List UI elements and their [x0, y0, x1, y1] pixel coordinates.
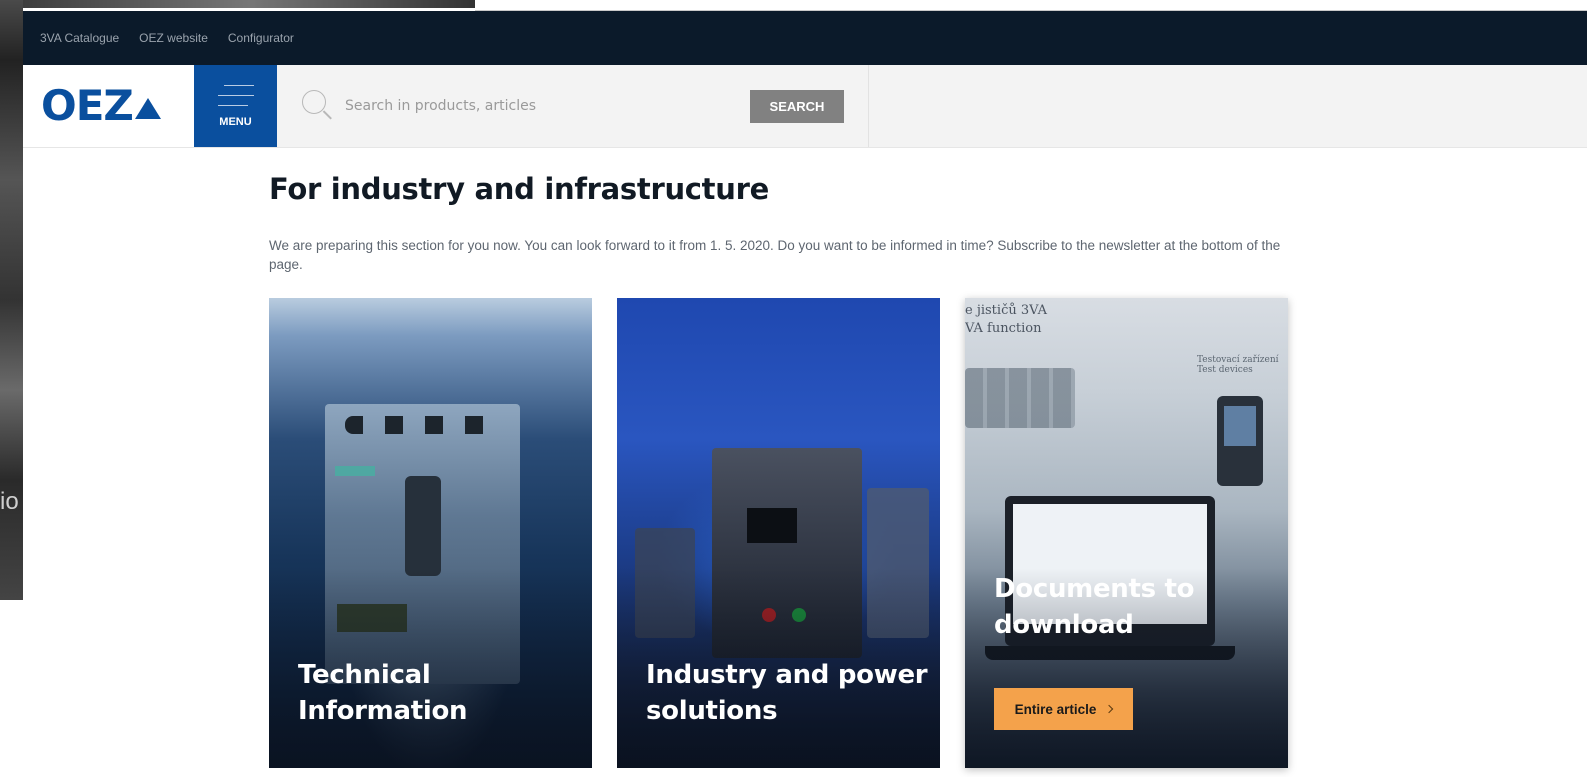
search-input[interactable] — [345, 98, 747, 114]
card-documents-to-download[interactable]: e jističů 3VA VA function Testovací zaří… — [965, 298, 1288, 768]
oez-logo: OEZ — [41, 85, 161, 127]
background-text-fragment: io — [0, 488, 19, 515]
background-top-line — [475, 0, 1587, 11]
logo-link[interactable]: OEZ — [23, 65, 194, 147]
image-caption: Testovací zařízení Test devices — [1197, 355, 1279, 375]
search-button[interactable]: SEARCH — [750, 89, 844, 123]
hamburger-icon — [217, 84, 254, 106]
card-title: Technical Information — [298, 660, 468, 726]
card-technical-information[interactable]: Technical Information — [269, 298, 592, 768]
page-title: For industry and infrastructure — [269, 172, 769, 206]
card-list: Technical Information Industry and power… — [269, 298, 1288, 768]
logo-text: OEZ — [41, 81, 134, 130]
logo-triangle-icon — [134, 97, 161, 119]
top-link-configurator[interactable]: Configurator — [228, 31, 294, 45]
site-header: OEZ MENU SEARCH — [23, 65, 1587, 148]
image-caption-line: Testovací zařízení — [1197, 355, 1279, 365]
search-bar: SEARCH — [277, 65, 869, 147]
entire-article-label: Entire article — [1014, 701, 1097, 717]
main-content: For industry and infrastructure We are p… — [269, 175, 1289, 274]
background-top-strip — [23, 0, 475, 8]
top-link-3va-catalogue[interactable]: 3VA Catalogue — [40, 31, 119, 45]
din-rail-devices-image — [965, 368, 1075, 428]
entire-article-button[interactable]: Entire article — [994, 688, 1133, 730]
image-caption-line: e jističů 3VA — [965, 303, 1048, 318]
menu-label: MENU — [219, 115, 252, 128]
intro-text: We are preparing this section for you no… — [269, 238, 1281, 272]
top-nav-bar: 3VA Catalogue OEZ website Configurator — [23, 11, 1587, 65]
chevron-right-icon — [1105, 704, 1114, 714]
image-caption-line: VA function — [965, 321, 1042, 336]
card-title: Industry and power solutions — [646, 660, 928, 726]
top-link-oez-website[interactable]: OEZ website — [139, 31, 208, 45]
menu-button[interactable]: MENU — [194, 65, 277, 147]
test-device-image — [1217, 396, 1263, 486]
card-industry-power-solutions[interactable]: Industry and power solutions — [617, 298, 940, 768]
image-caption: e jističů 3VA VA function — [965, 302, 1047, 338]
search-icon — [301, 89, 335, 123]
image-caption-line: Test devices — [1197, 365, 1253, 375]
card-title: Documents to download — [994, 574, 1195, 640]
